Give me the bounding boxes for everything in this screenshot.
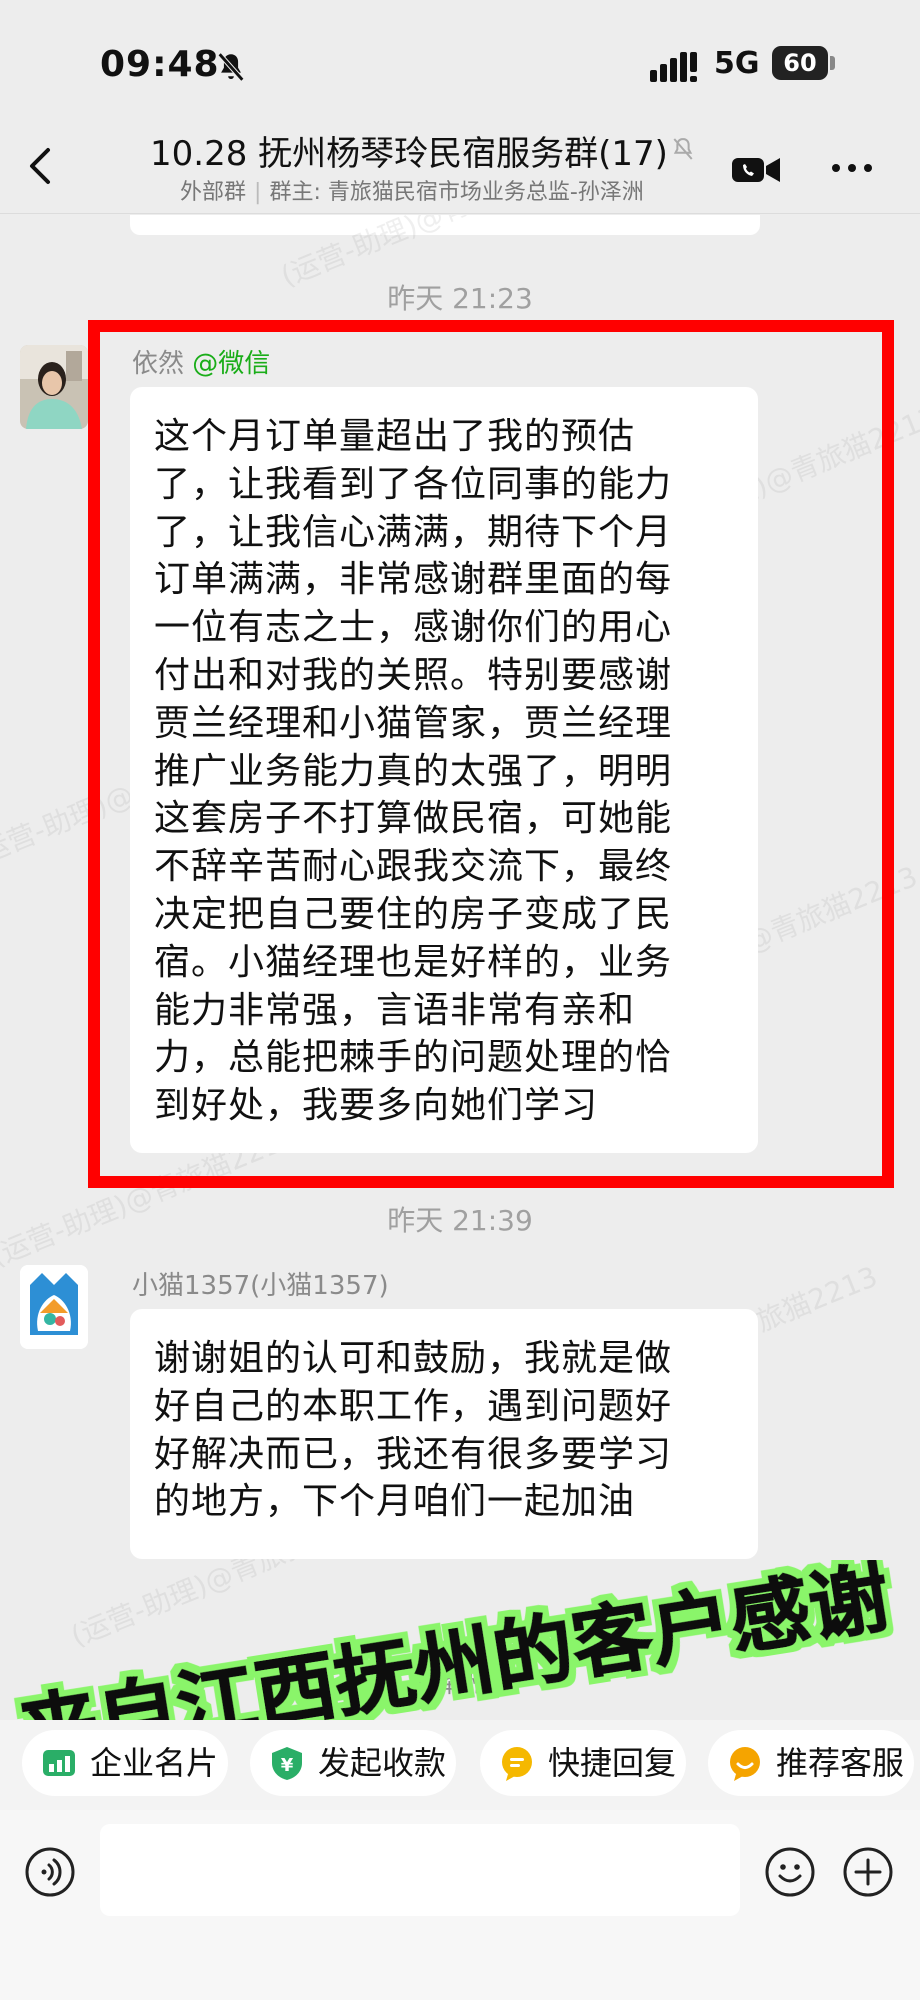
message-text: 这个月订单量超出了我的预估 了，让我看到了各位同事的能力 了，让我信心满满，期待… [154,416,673,1127]
mute-notification-icon [673,137,693,160]
chip-recommend-service[interactable]: 推荐客服 [708,1730,914,1796]
business-card-icon [43,1750,75,1776]
chip-business-card[interactable]: 企业名片 [22,1730,228,1796]
group-title[interactable]: 10.28 抚州杨琴玲民宿服务群(17) [150,126,668,175]
message-list[interactable]: (运营-助理)@青旅猫2213 (运营-助理)@青旅猫2213 (运营-助理)@… [0,215,920,1720]
message-bubble[interactable]: 谢谢姐的认可和鼓励，我就是做 好自己的本职工作，遇到问题好 好解决而已，我还有很… [130,1309,758,1559]
message-bubble[interactable]: 这个月订单量超出了我的预估 了，让我看到了各位同事的能力 了，让我信心满满，期待… [130,387,758,1153]
bell-muted-icon [217,52,245,82]
battery-level: 60 [772,46,828,80]
chip-label: 推荐客服 [776,1744,905,1782]
quick-reply-icon [502,1747,532,1781]
chat-header: 10.28 抚州杨琴玲民宿服务群(17) 外部群 | 群主: 青旅猫民宿市场业务总监… [0,120,920,214]
sender-name: 小猫1357(小猫1357) [132,1271,389,1301]
message-timestamp: 昨天 21:39 [387,1204,533,1237]
chip-label: 快捷回复 [548,1744,677,1782]
emoji-icon[interactable] [764,1846,816,1898]
avatar[interactable] [20,1265,88,1349]
battery-cap [830,56,835,70]
group-subtitle: 外部群 | 群主: 青旅猫民宿市场业务总监-孙泽洲 [180,180,644,205]
avatar[interactable] [20,345,88,429]
message-text: 谢谢姐的认可和鼓励，我就是做 好自己的本职工作，遇到问题好 好解决而已，我还有很… [154,1338,673,1523]
previous-message-bubble [130,215,760,235]
sender-nickname: 依然 [132,349,185,379]
quick-action-bar: 企业名片 ¥ 发起收款 快捷回复 推荐客服 [0,1720,920,1810]
chip-label: 企业名片 [90,1744,219,1782]
network-type: 5G [714,46,760,81]
svg-text:¥: ¥ [281,1755,294,1776]
clock: 09:48 [100,44,220,85]
group-owner-label: 群主: 青旅猫民宿市场业务总监-孙泽洲 [269,180,644,205]
payment-icon: ¥ [272,1747,302,1780]
sender-source-tag: @微信 [192,349,271,379]
more-options-icon[interactable] [830,148,874,188]
input-bar [0,1810,920,2000]
message-timestamp: 昨天 21:23 [387,282,533,315]
signal-icon [650,52,697,82]
external-group-label: 外部群 [180,180,247,205]
plus-icon[interactable] [842,1846,894,1898]
sender-name: 总监-孙泽洲 [346,1669,486,1699]
sender-name: 依然 @微信 [132,343,270,380]
message-input[interactable] [100,1824,740,1916]
chip-quick-reply[interactable]: 快捷回复 [480,1730,686,1796]
back-arrow-icon[interactable] [20,138,60,194]
chip-label: 发起收款 [318,1744,447,1782]
chip-payment[interactable]: ¥ 发起收款 [250,1730,456,1796]
recommend-service-icon [730,1747,760,1781]
status-bar: 09:48 5G 60 [0,0,920,120]
video-call-icon[interactable] [730,150,782,190]
voice-input-icon[interactable] [24,1846,76,1898]
